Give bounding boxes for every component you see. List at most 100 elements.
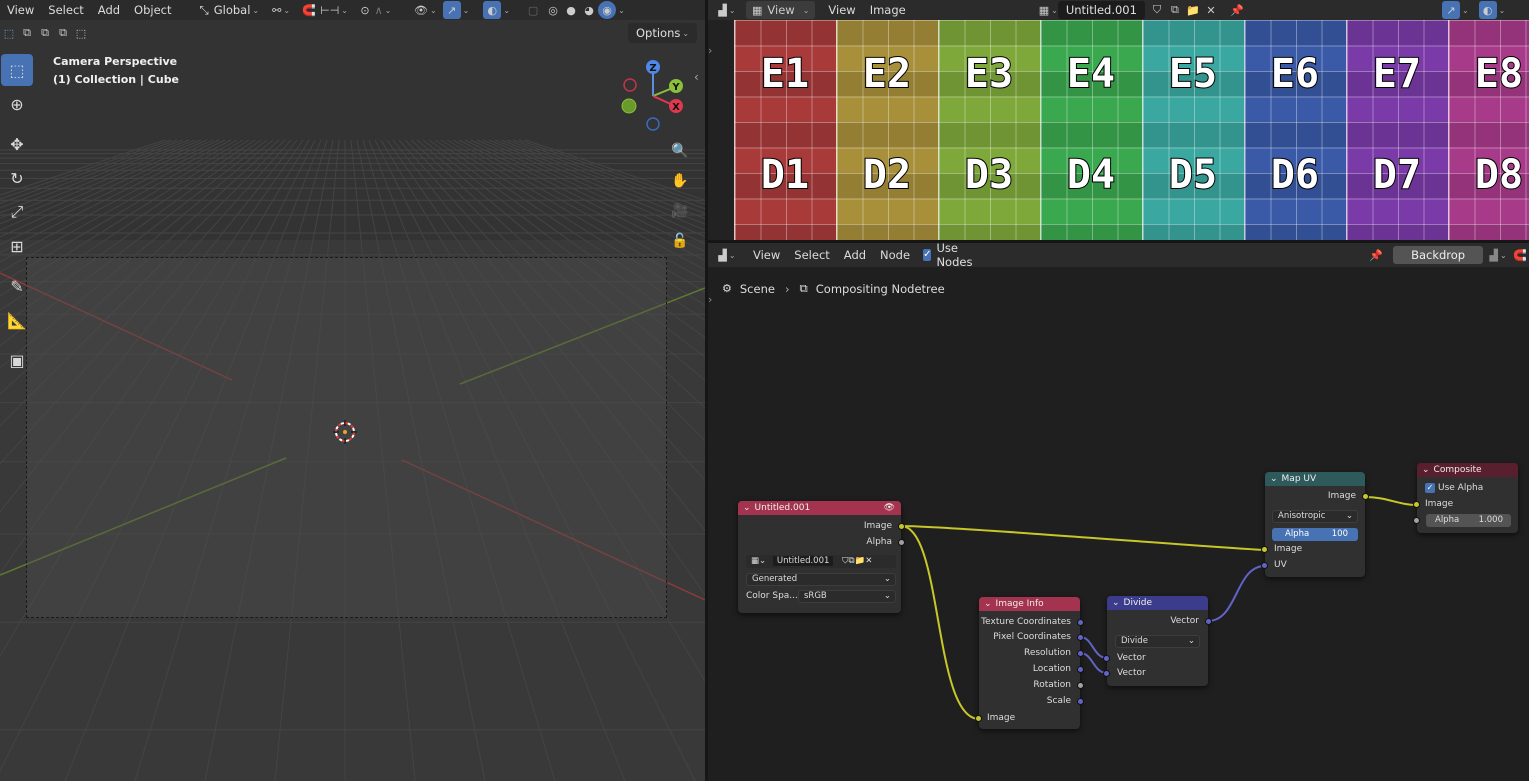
breadcrumb-nodetree[interactable]: Compositing Nodetree bbox=[816, 282, 945, 296]
output-scale-socket[interactable] bbox=[1077, 698, 1084, 705]
output-rotation-socket[interactable] bbox=[1077, 682, 1084, 689]
view-mode-dropdown[interactable]: ▦ View ⌄ bbox=[746, 1, 816, 19]
composite-node[interactable]: ⌄ Composite ✓ Use Alpha Image Alpha 1.00… bbox=[1413, 463, 1518, 533]
compositor-node-editor[interactable]: ▟ ⌄ View Select Add Node ✓ Use Nodes 📌 Ba… bbox=[708, 243, 1529, 781]
output-texture-coordinates-socket[interactable] bbox=[1077, 619, 1084, 626]
pin-icon[interactable]: 📌 bbox=[1228, 1, 1246, 19]
input-vector-1-socket[interactable] bbox=[1103, 655, 1110, 662]
lock-icon[interactable]: 🔓 bbox=[668, 229, 692, 253]
menu-node[interactable]: Node bbox=[873, 248, 917, 262]
sidebar-toggle-icon[interactable]: ‹ bbox=[694, 70, 699, 84]
chevron-down-icon[interactable]: ⌄ bbox=[463, 6, 470, 15]
xray-icon[interactable]: ▢ bbox=[524, 1, 542, 19]
cursor-tool-icon[interactable]: ⊕ bbox=[1, 88, 33, 120]
preview-eye-icon[interactable]: 👁 bbox=[884, 503, 895, 513]
select-box-tool-icon[interactable]: ⬚ bbox=[1, 54, 33, 86]
snap-icon[interactable]: 🧲 bbox=[300, 1, 318, 19]
measure-tool-icon[interactable]: 📐 bbox=[1, 304, 33, 336]
chevron-down-icon[interactable]: ⌄ bbox=[1499, 6, 1506, 15]
fake-user-shield-icon[interactable]: ⛉ bbox=[1148, 1, 1166, 19]
output-pixel-coordinates-socket[interactable] bbox=[1077, 634, 1084, 641]
output-location-socket[interactable] bbox=[1077, 666, 1084, 673]
select-intersect-icon[interactable]: ⧉ bbox=[54, 24, 72, 42]
input-image-socket[interactable] bbox=[975, 715, 982, 722]
backdrop-button[interactable]: Backdrop bbox=[1393, 246, 1484, 264]
annotate-tool-icon[interactable]: ✎ bbox=[1, 270, 33, 302]
chevron-down-icon[interactable]: ⌄ bbox=[1462, 6, 1469, 15]
input-image-socket[interactable] bbox=[1413, 501, 1420, 508]
overlay-toggle-icon[interactable]: ◐ bbox=[1478, 1, 1497, 19]
collapse-chevron-icon[interactable]: ⌄ bbox=[1270, 474, 1278, 484]
use-alpha-checkbox[interactable]: ✓ Use Alpha bbox=[1425, 483, 1483, 493]
close-icon[interactable]: ✕ bbox=[865, 556, 872, 566]
menu-object[interactable]: Object bbox=[127, 3, 178, 17]
menu-image[interactable]: Image bbox=[863, 3, 913, 17]
select-new-icon[interactable]: ⬚ bbox=[0, 24, 18, 42]
chevron-down-icon[interactable]: ⌄ bbox=[618, 6, 625, 15]
node-header[interactable]: ⌄ Image Info bbox=[979, 597, 1080, 611]
snap-icon[interactable]: 🧲 bbox=[1511, 246, 1529, 264]
menu-select[interactable]: Select bbox=[787, 248, 836, 262]
toolbar-expand-icon[interactable]: › bbox=[708, 44, 712, 57]
collapse-chevron-icon[interactable]: ⌄ bbox=[984, 599, 992, 609]
node-header[interactable]: ⌄ Divide bbox=[1107, 596, 1208, 610]
image-editor[interactable]: E1 E2 E3 E4 E5 E6 E7 E8 D1 D2 D3 D4 D5 D6 D7 D8 ▟ ⌄ ▦ Vi… bbox=[708, 0, 1529, 240]
proportional-edit-icon[interactable]: ⊙ bbox=[356, 1, 374, 19]
material-shading-icon[interactable]: ◕ bbox=[580, 1, 598, 19]
menu-view[interactable]: View bbox=[821, 3, 862, 17]
collapse-chevron-icon[interactable]: ⌄ bbox=[743, 503, 751, 513]
gizmo-neg-z[interactable] bbox=[646, 117, 660, 131]
editor-type-icon[interactable]: ▟ ⌄ bbox=[718, 1, 736, 19]
select-invert-icon[interactable]: ⬚ bbox=[72, 24, 90, 42]
image-selector[interactable]: ▦⌄ Untitled.001 ⛉⧉📁✕ bbox=[746, 555, 896, 568]
use-nodes-checkbox[interactable]: ✓ Use Nodes bbox=[923, 243, 976, 269]
output-vector-socket[interactable] bbox=[1205, 618, 1212, 625]
navigation-gizmo[interactable]: Z Y X bbox=[612, 56, 692, 136]
duplicate-icon[interactable]: ⧉ bbox=[1166, 1, 1184, 19]
image-browse-icon[interactable]: ▦⌄ bbox=[751, 556, 766, 566]
filter-type-dropdown[interactable]: Anisotropic ⌄ bbox=[1272, 510, 1358, 523]
camera-view-icon[interactable]: 🎥 bbox=[668, 199, 692, 223]
image-browse-icon[interactable]: ▦⌄ bbox=[1039, 1, 1058, 19]
overlay-toggle-icon[interactable]: ◐ bbox=[483, 1, 502, 19]
pivot-point-icon[interactable]: ⚯ ⌄ bbox=[272, 1, 290, 19]
rendered-shading-icon[interactable]: ◉ bbox=[598, 1, 617, 19]
input-vector-2-socket[interactable] bbox=[1103, 670, 1110, 677]
menu-add[interactable]: Add bbox=[91, 3, 127, 17]
divide-node[interactable]: ⌄ Divide Vector Divide ⌄ Vector Vector bbox=[1103, 596, 1212, 686]
output-image-socket[interactable] bbox=[898, 523, 905, 530]
image-name-field[interactable]: Untitled.001 bbox=[1057, 1, 1145, 19]
image-info-node[interactable]: ⌄ Image Info Texture Coordinates Pixel C… bbox=[975, 597, 1084, 729]
gizmo-neg-y[interactable] bbox=[621, 98, 637, 114]
folder-icon[interactable]: 📁 bbox=[855, 556, 866, 566]
output-alpha-socket[interactable] bbox=[898, 539, 905, 546]
image-source-dropdown[interactable]: Generated ⌄ bbox=[746, 573, 896, 586]
open-folder-icon[interactable]: 📁 bbox=[1184, 1, 1202, 19]
gizmo-neg-x[interactable] bbox=[623, 78, 637, 92]
3d-cursor-icon[interactable] bbox=[333, 420, 357, 444]
toolbar-expand-icon[interactable]: › bbox=[708, 293, 712, 306]
zoom-icon[interactable]: 🔍 bbox=[668, 139, 692, 163]
node-image-name[interactable]: Untitled.001 bbox=[772, 556, 834, 566]
operation-dropdown[interactable]: Divide ⌄ bbox=[1115, 635, 1200, 648]
input-alpha-socket[interactable] bbox=[1413, 517, 1420, 524]
options-dropdown[interactable]: Options ⌄ bbox=[628, 23, 698, 43]
node-header[interactable]: ⌄ Map UV bbox=[1265, 472, 1365, 486]
alpha-field[interactable]: Alpha 100 bbox=[1272, 528, 1358, 541]
move-tool-icon[interactable]: ✥ bbox=[1, 128, 33, 160]
map-uv-node[interactable]: ⌄ Map UV Image Anisotropic ⌄ Alpha 100 I… bbox=[1261, 472, 1369, 577]
add-cube-tool-icon[interactable]: ▣ bbox=[1, 344, 33, 376]
snap-target-icon[interactable]: ⊢⊣ ⌄ bbox=[320, 1, 348, 19]
menu-view[interactable]: View bbox=[746, 248, 787, 262]
collapse-chevron-icon[interactable]: ⌄ bbox=[1112, 598, 1120, 608]
menu-add[interactable]: Add bbox=[837, 248, 873, 262]
close-icon[interactable]: ✕ bbox=[1202, 1, 1220, 19]
editor-type-icon[interactable]: ▟ ⌄ bbox=[718, 246, 736, 264]
chevron-down-icon[interactable]: ⌄ bbox=[503, 6, 510, 15]
transform-tool-icon[interactable]: ⊞ bbox=[1, 230, 33, 262]
alpha-field[interactable]: Alpha 1.000 bbox=[1426, 514, 1511, 527]
menu-view[interactable]: View bbox=[0, 3, 41, 17]
select-extend-icon[interactable]: ⧉ bbox=[18, 24, 36, 42]
image-node[interactable]: ⌄ Untitled.001 👁 Image Alpha ▦⌄ Untitled… bbox=[738, 501, 905, 613]
visibility-icon[interactable]: 👁 ⌄ bbox=[414, 1, 437, 19]
